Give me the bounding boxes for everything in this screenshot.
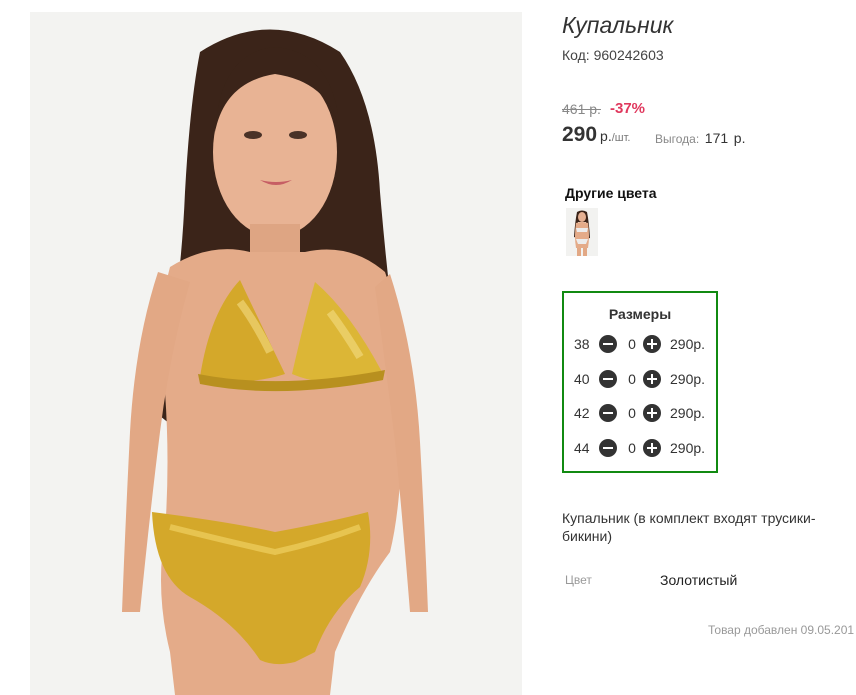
date-added: Товар добавлен 09.05.201 [708, 623, 855, 637]
price-currency: р. [600, 128, 612, 144]
sizes-title: Размеры [608, 306, 672, 322]
color-variant-thumbnail[interactable] [566, 208, 598, 256]
size-quantity: 0 [628, 371, 636, 387]
savings: Выгода: 171 р. [655, 130, 745, 146]
size-row-44: 44 0 290р. [574, 438, 714, 460]
size-price: 290р. [670, 336, 706, 352]
product-photo-illustration [30, 12, 522, 695]
discount-badge: -37% [610, 100, 646, 117]
size-label: 44 [574, 440, 590, 456]
size-price: 290р. [670, 440, 706, 456]
minus-circle-icon[interactable] [599, 439, 617, 457]
price-unit: /шт. [611, 132, 631, 144]
product-main-image[interactable] [30, 12, 522, 695]
product-code-value: 960242603 [593, 47, 664, 63]
product-description: Купальник (в комплект входят трусики-бик… [562, 510, 816, 544]
size-quantity: 0 [628, 405, 636, 421]
color-attribute-value: Золотистый [660, 572, 738, 588]
savings-label: Выгода: [655, 132, 700, 146]
size-row-42: 42 0 290р. [574, 403, 714, 425]
minus-circle-icon[interactable] [599, 370, 617, 388]
size-label: 40 [574, 371, 590, 387]
size-quantity: 0 [628, 440, 636, 456]
size-label: 38 [574, 336, 590, 352]
size-row-38: 38 0 290р. [574, 334, 714, 356]
size-price: 290р. [670, 405, 706, 421]
current-price: 290 р./шт. [562, 123, 631, 147]
product-title: Купальник [562, 12, 674, 38]
minus-circle-icon[interactable] [599, 404, 617, 422]
old-price: 461 р. [562, 101, 601, 117]
plus-circle-icon[interactable] [643, 404, 661, 422]
size-row-40: 40 0 290р. [574, 369, 714, 391]
plus-circle-icon[interactable] [643, 370, 661, 388]
price-value: 290 [562, 123, 598, 146]
size-label: 42 [574, 405, 590, 421]
color-attribute-label: Цвет [565, 573, 592, 587]
product-code: Код: 960242603 [562, 47, 664, 63]
plus-circle-icon[interactable] [643, 335, 661, 353]
savings-value: 171 [704, 130, 729, 146]
swimsuit-thumbnail-icon [566, 208, 598, 256]
savings-currency: р. [733, 130, 746, 146]
product-code-label: Код: [562, 47, 590, 63]
size-quantity: 0 [628, 336, 636, 352]
size-price: 290р. [670, 371, 706, 387]
other-colors-title: Другие цвета [565, 185, 657, 201]
minus-circle-icon[interactable] [599, 335, 617, 353]
plus-circle-icon[interactable] [643, 439, 661, 457]
sizes-selector: Размеры 38 0 290р. 40 0 290р. 42 0 290р.… [562, 291, 718, 473]
